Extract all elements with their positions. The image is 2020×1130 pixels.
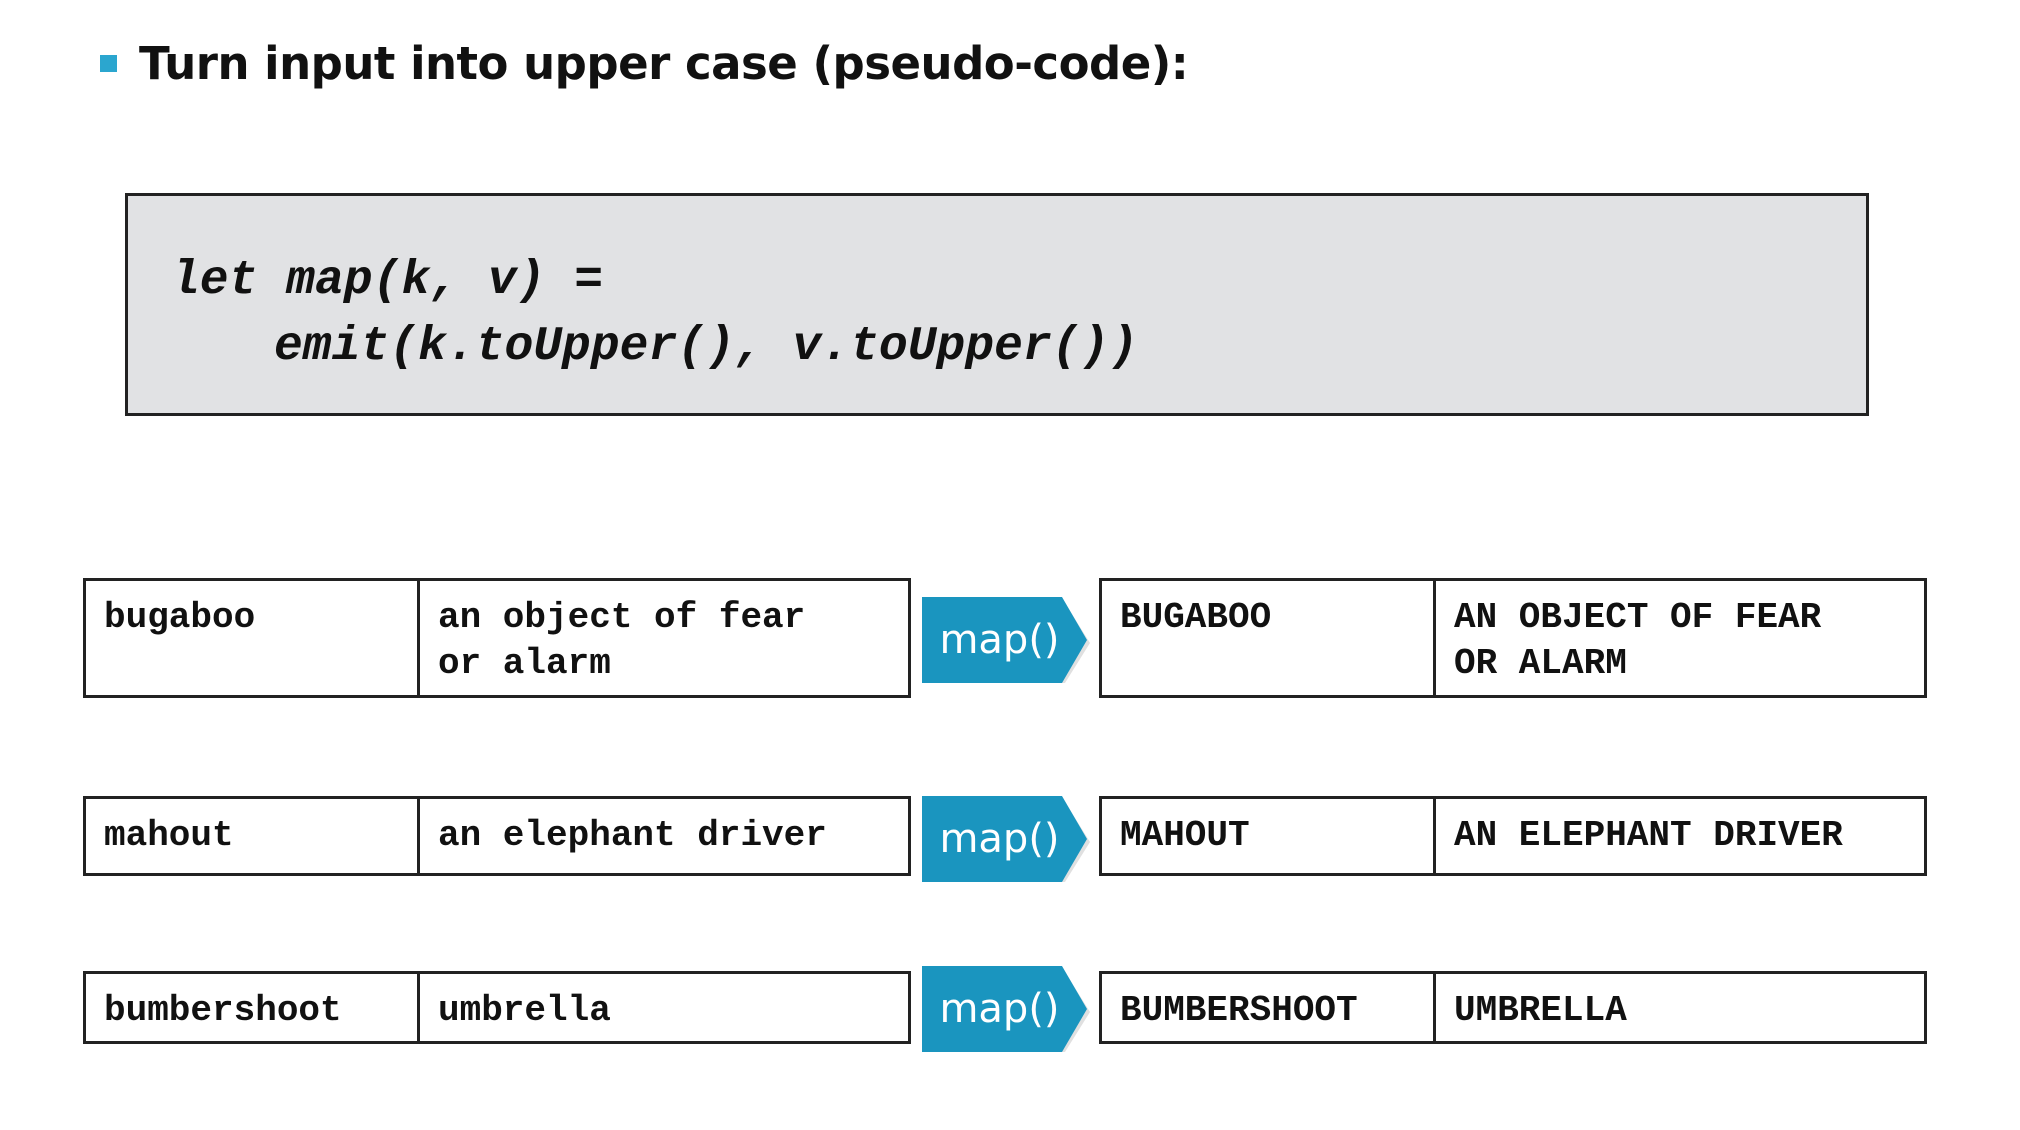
- input-value-cell: an object of fear or alarm: [438, 597, 806, 684]
- output-key-cell: MAHOUT: [1102, 799, 1436, 873]
- input-value-cell: umbrella: [438, 990, 611, 1031]
- output-value-cell: UMBRELLA: [1454, 990, 1627, 1031]
- input-pair-1: bugaboo an object of fear or alarm: [83, 578, 911, 698]
- input-key-cell: bugaboo: [86, 581, 420, 695]
- input-value-cell: an elephant driver: [438, 815, 827, 856]
- map-function-arrow-1: map(): [922, 597, 1092, 683]
- code-block: let map(k, v) = emit(k.toUpper(), v.toUp…: [125, 193, 1869, 416]
- input-pair-2: mahout an elephant driver: [83, 796, 911, 876]
- input-key-cell: mahout: [86, 799, 420, 873]
- output-pair-3: BUMBERSHOOT UMBRELLA: [1099, 971, 1927, 1044]
- heading-text: Turn input into upper case (pseudo-code)…: [139, 36, 1189, 90]
- output-value-cell: AN ELEPHANT DRIVER: [1454, 815, 1843, 856]
- input-key-cell: bumbershoot: [86, 974, 420, 1041]
- output-pair-2: MAHOUT AN ELEPHANT DRIVER: [1099, 796, 1927, 876]
- bullet-square-icon: [100, 54, 117, 72]
- slide-heading: Turn input into upper case (pseudo-code)…: [100, 28, 1189, 98]
- map-label: map(): [939, 986, 1060, 1032]
- code-line-2: emit(k.toUpper(), v.toUpper()): [274, 320, 1139, 374]
- input-pair-3: bumbershoot umbrella: [83, 971, 911, 1044]
- code-line-1: let map(k, v) =: [171, 254, 604, 308]
- map-label: map(): [939, 816, 1060, 862]
- map-label: map(): [939, 617, 1060, 663]
- output-pair-1: BUGABOO AN OBJECT OF FEAR OR ALARM: [1099, 578, 1927, 698]
- output-value-cell: AN OBJECT OF FEAR OR ALARM: [1454, 597, 1822, 684]
- output-key-cell: BUGABOO: [1102, 581, 1436, 695]
- output-key-cell: BUMBERSHOOT: [1102, 974, 1436, 1041]
- map-function-arrow-2: map(): [922, 796, 1092, 882]
- map-function-arrow-3: map(): [922, 966, 1092, 1052]
